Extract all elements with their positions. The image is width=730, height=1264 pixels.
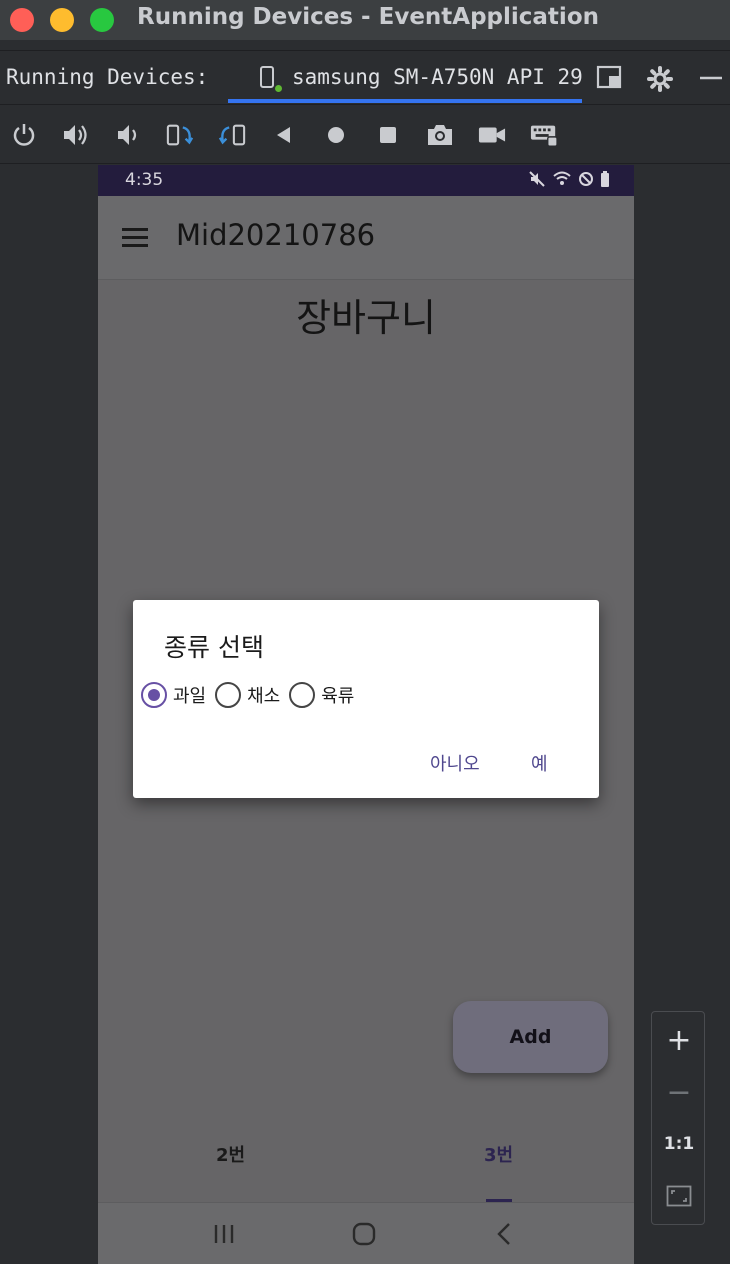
menu-hamburger-icon[interactable]: [122, 228, 148, 248]
window-title: Running Devices - EventApplication: [137, 4, 599, 30]
zoom-controls: + − 1:1: [651, 1011, 705, 1225]
maximize-window-button[interactable]: [90, 8, 114, 32]
volume-down-icon[interactable]: [114, 121, 142, 149]
rotate-right-icon[interactable]: [218, 121, 246, 149]
screen-record-icon[interactable]: [478, 121, 506, 149]
radio-label: 육류: [321, 686, 355, 707]
status-time: 4:35: [125, 170, 164, 190]
power-icon[interactable]: [10, 121, 38, 149]
category-radio-group: 과일 채소 육류: [141, 681, 363, 709]
back-icon[interactable]: [270, 121, 298, 149]
title-bar: Running Devices - EventApplication: [0, 0, 730, 40]
running-devices-label: Running Devices:: [6, 65, 209, 89]
app-title: Mid20210786: [176, 218, 376, 252]
recent-apps-icon[interactable]: [204, 1217, 244, 1251]
hide-panel-icon[interactable]: [698, 65, 724, 95]
radio-option-meat[interactable]: 육류: [289, 682, 354, 708]
keyboard-icon[interactable]: [530, 121, 558, 149]
device-screen[interactable]: 4:35 Mid20210786 장바구니 Add 2번 3번 종류 선택 과일…: [98, 165, 634, 1264]
page-heading: 장바구니: [296, 296, 436, 340]
android-status-bar: 4:35: [98, 165, 634, 196]
ide-window: Running Devices - EventApplication Runni…: [0, 0, 730, 1264]
dialog-title: 종류 선택: [164, 633, 264, 662]
radio-checked-icon: [141, 682, 167, 708]
do-not-disturb-icon: [579, 172, 593, 186]
close-window-button[interactable]: [10, 8, 34, 32]
screenshot-icon[interactable]: [426, 121, 454, 149]
device-tab[interactable]: samsung SM-A750N API 29: [228, 51, 582, 103]
dialog-yes-button[interactable]: 예: [531, 750, 548, 776]
device-tab-label: samsung SM-A750N API 29: [292, 65, 582, 89]
radio-option-vegetable[interactable]: 채소: [215, 682, 280, 708]
add-button[interactable]: Add: [453, 1001, 608, 1073]
battery-icon: [601, 171, 609, 187]
volume-up-icon[interactable]: [62, 121, 90, 149]
phone-icon: [260, 66, 274, 88]
android-nav-bar: [98, 1202, 634, 1264]
mute-icon: [529, 171, 545, 187]
tab-2[interactable]: 2번: [216, 1141, 245, 1167]
zoom-fit-icon[interactable]: [652, 1176, 706, 1216]
home-nav-icon[interactable]: [344, 1217, 384, 1251]
category-dialog: 종류 선택 과일 채소 육류 아니오 예: [133, 600, 599, 798]
radio-unchecked-icon: [289, 682, 316, 708]
minimize-window-button[interactable]: [50, 8, 74, 32]
rotate-left-icon[interactable]: [166, 121, 194, 149]
zoom-actual-size-button[interactable]: 1:1: [652, 1124, 706, 1164]
radio-label: 채소: [247, 686, 281, 707]
zoom-in-button[interactable]: +: [652, 1020, 706, 1060]
running-devices-tab-row: Running Devices: samsung SM-A750N API 29: [0, 50, 730, 103]
radio-unchecked-icon: [215, 682, 242, 708]
zoom-out-button[interactable]: −: [652, 1072, 706, 1112]
dialog-no-button[interactable]: 아니오: [430, 750, 480, 776]
tab-3[interactable]: 3번: [484, 1141, 513, 1167]
layout-toggle-icon[interactable]: [596, 65, 622, 93]
radio-label: 과일: [173, 686, 207, 707]
overview-icon[interactable]: [374, 121, 402, 149]
wifi-icon: [553, 171, 571, 185]
back-nav-icon[interactable]: [484, 1217, 524, 1251]
active-tab-underline: [228, 99, 582, 103]
home-icon[interactable]: [322, 121, 350, 149]
device-toolbar: [0, 104, 730, 164]
app-bar: Mid20210786: [98, 196, 634, 280]
device-online-indicator: [275, 85, 282, 92]
settings-gear-icon[interactable]: [646, 65, 674, 97]
status-icons: [528, 170, 610, 188]
radio-option-fruit[interactable]: 과일: [141, 682, 206, 708]
